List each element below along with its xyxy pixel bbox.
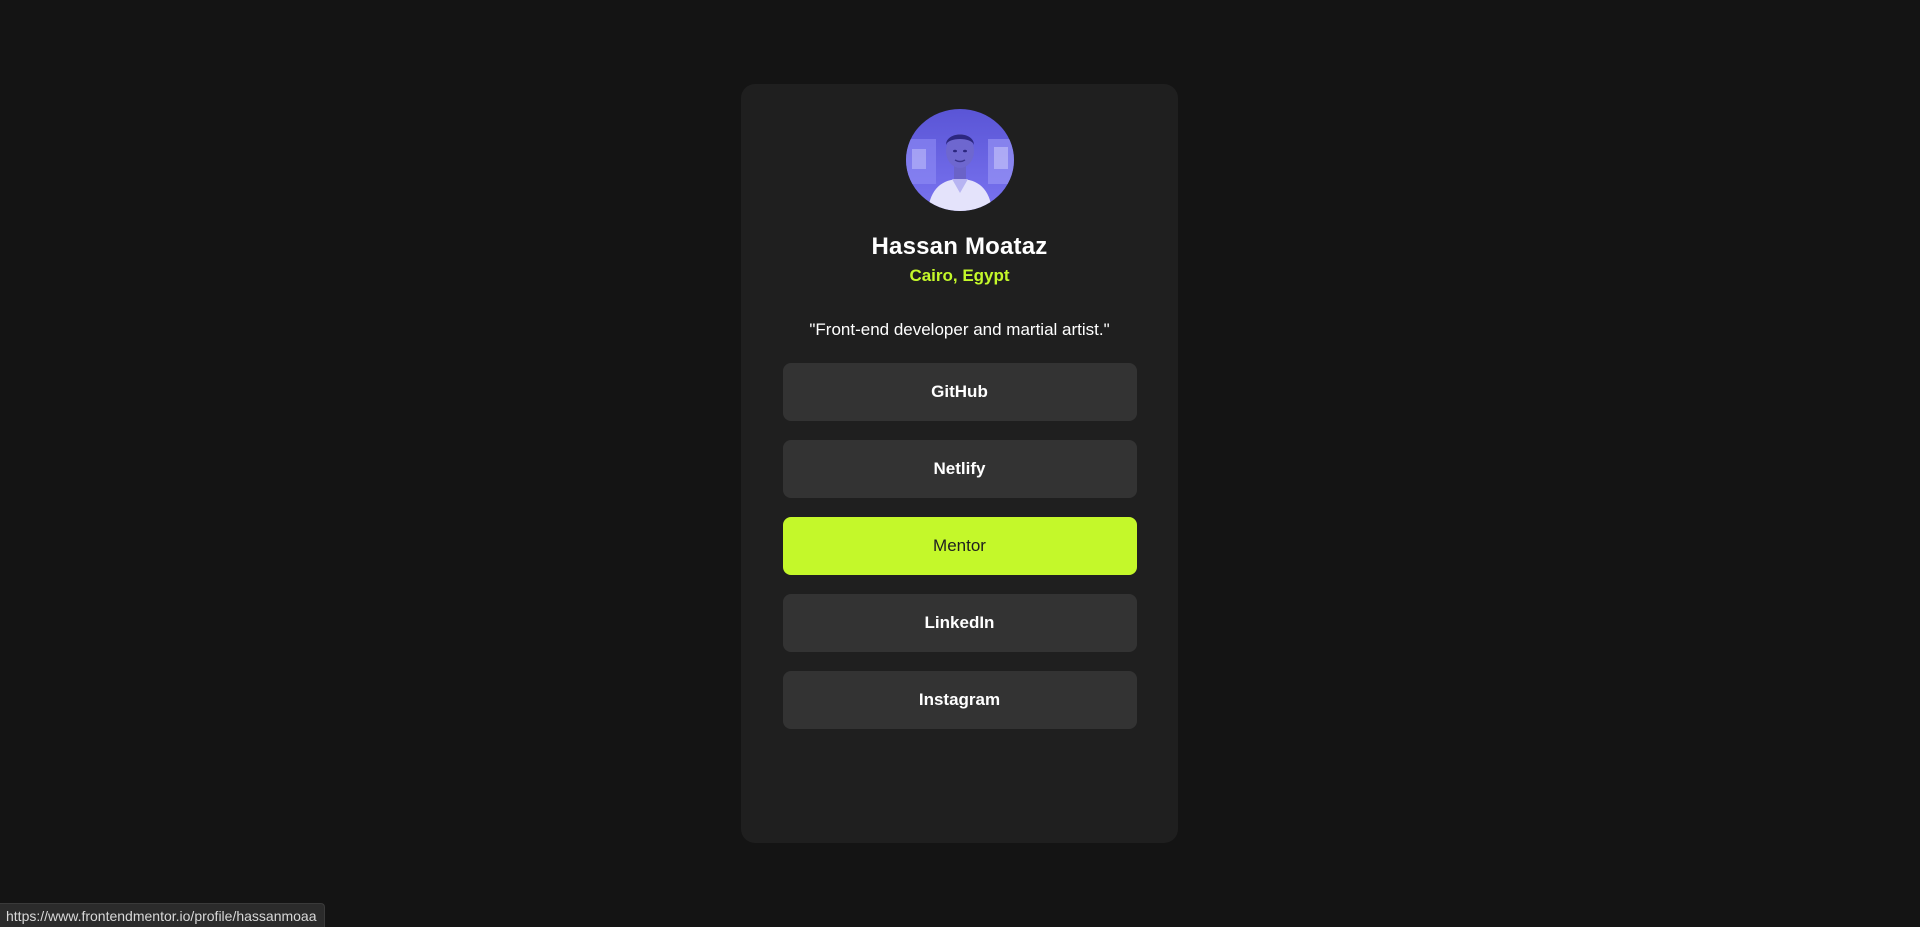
avatar-image xyxy=(905,109,1014,211)
page: Hassan Moataz Cairo, Egypt "Front-end de… xyxy=(0,0,1920,927)
linkedin-link-button[interactable]: LinkedIn xyxy=(782,594,1137,652)
profile-card: Hassan Moataz Cairo, Egypt "Front-end de… xyxy=(741,84,1178,843)
mentor-link-button[interactable]: Mentor xyxy=(782,517,1137,575)
profile-bio: "Front-end developer and martial artist.… xyxy=(809,320,1110,339)
profile-name: Hassan Moataz xyxy=(871,233,1048,260)
instagram-link-button[interactable]: Instagram xyxy=(782,671,1137,729)
link-status-bar: https://www.frontendmentor.io/profile/ha… xyxy=(0,903,325,927)
profile-location: Cairo, Egypt xyxy=(909,266,1010,285)
avatar xyxy=(905,109,1014,211)
github-link-button[interactable]: GitHub xyxy=(782,363,1137,421)
social-links: GitHub Netlify Mentor LinkedIn Instagram xyxy=(782,363,1137,729)
netlify-link-button[interactable]: Netlify xyxy=(782,440,1137,498)
